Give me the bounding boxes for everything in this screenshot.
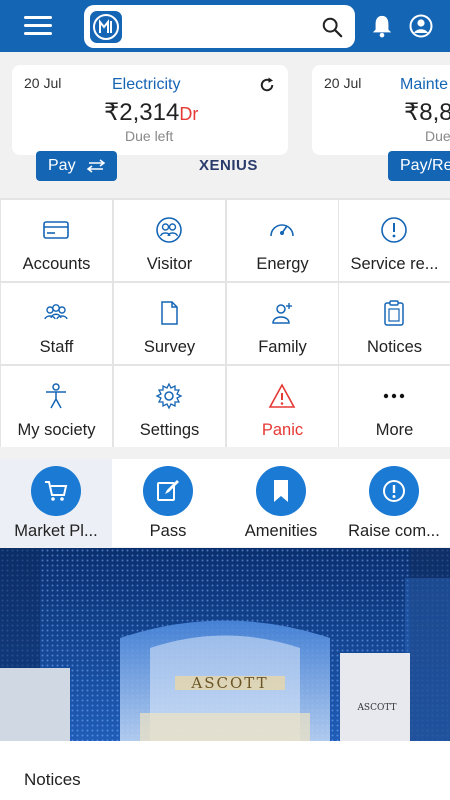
edit-icon bbox=[157, 480, 179, 501]
tile-label: More bbox=[375, 421, 414, 439]
warning-icon bbox=[268, 383, 296, 408]
settings-tile[interactable]: Settings bbox=[114, 366, 225, 447]
bill-status: Due bbox=[425, 128, 450, 144]
tile-label: Family bbox=[258, 338, 307, 356]
gear-icon bbox=[155, 382, 183, 410]
alert-icon bbox=[383, 480, 405, 502]
energy-tile[interactable]: Energy bbox=[227, 200, 338, 281]
panic-tile[interactable]: Panic bbox=[227, 366, 338, 447]
balance-flag: Dr bbox=[179, 104, 199, 124]
pay-receipt-button[interactable]: Pay/Re bbox=[388, 151, 450, 181]
service-request-tile[interactable]: Service re... bbox=[339, 200, 450, 281]
gauge-icon bbox=[270, 224, 294, 237]
person-icon bbox=[46, 383, 66, 409]
tile-label: Panic bbox=[261, 421, 304, 439]
bill-amount: ₹2,314Dr bbox=[104, 99, 199, 126]
side-sign: ASCOTT bbox=[356, 703, 396, 713]
search-icon[interactable] bbox=[321, 16, 343, 38]
tile-label: Settings bbox=[139, 421, 200, 439]
clipboard-icon bbox=[384, 300, 404, 326]
quick-actions: Market Pl... Pass Amenities Raise com... bbox=[0, 459, 450, 547]
section-title: Notices bbox=[24, 770, 81, 789]
staff-icon bbox=[44, 304, 68, 320]
visitor-icon bbox=[156, 217, 182, 243]
tile-label: Energy bbox=[256, 255, 309, 273]
bill-date: 20 Jul bbox=[24, 75, 62, 91]
action-label: Raise com... bbox=[348, 522, 440, 540]
bill-card-maintenance[interactable]: 20 Jul Mainte ₹8,8 Due bbox=[312, 65, 450, 155]
bill-card-electricity[interactable]: 20 Jul Electricity ₹2,314Dr Due left bbox=[12, 65, 288, 155]
marketplace-action[interactable]: Market Pl... bbox=[0, 459, 112, 547]
tile-label: Staff bbox=[39, 338, 74, 356]
notices-section[interactable]: Notices bbox=[0, 741, 450, 800]
accounts-tile[interactable]: Accounts bbox=[1, 200, 112, 281]
society-logo bbox=[90, 11, 122, 43]
promo-banner[interactable]: ASCOTT ASCOTT bbox=[0, 548, 450, 741]
provider-logo: XENIUS bbox=[199, 157, 258, 174]
bill-status: Due left bbox=[125, 128, 174, 144]
notices-tile[interactable]: Notices bbox=[339, 283, 450, 364]
tile-label: Service re... bbox=[350, 255, 439, 273]
tile-label: Survey bbox=[143, 338, 196, 356]
cart-icon bbox=[45, 481, 68, 501]
pay-button[interactable]: Pay bbox=[36, 151, 117, 181]
tile-label: Accounts bbox=[22, 255, 91, 273]
refresh-icon[interactable] bbox=[258, 76, 276, 94]
action-label: Market Pl... bbox=[14, 522, 98, 540]
pass-action[interactable]: Pass bbox=[112, 459, 224, 547]
bill-type: Electricity bbox=[112, 76, 181, 93]
staff-tile[interactable]: Staff bbox=[1, 283, 112, 364]
building-image: ASCOTT ASCOTT bbox=[0, 548, 450, 741]
bell-icon[interactable] bbox=[371, 14, 393, 38]
family-tile[interactable]: Family bbox=[227, 283, 338, 364]
document-icon bbox=[161, 301, 178, 325]
transfer-icon bbox=[86, 159, 106, 173]
info-icon bbox=[381, 217, 407, 243]
raise-complaint-action[interactable]: Raise com... bbox=[338, 459, 450, 547]
card-icon bbox=[43, 221, 69, 239]
search-bar[interactable] bbox=[84, 5, 355, 48]
tile-label: My society bbox=[17, 421, 96, 439]
hamburger-icon[interactable] bbox=[24, 16, 52, 36]
visitor-tile[interactable]: Visitor bbox=[114, 200, 225, 281]
action-label: Pass bbox=[149, 522, 187, 540]
my-society-tile[interactable]: My society bbox=[1, 366, 112, 447]
bookmark-icon bbox=[274, 480, 288, 502]
tile-label: Notices bbox=[366, 338, 423, 356]
more-icon bbox=[383, 393, 405, 399]
survey-tile[interactable]: Survey bbox=[114, 283, 225, 364]
services-grid: Accounts Visitor Energy Service re... St… bbox=[0, 198, 450, 447]
banner-sign: ASCOTT bbox=[190, 674, 268, 692]
family-icon bbox=[272, 303, 292, 324]
action-label: Amenities bbox=[244, 522, 318, 540]
more-tile[interactable]: More bbox=[339, 366, 450, 447]
amenities-action[interactable]: Amenities bbox=[225, 459, 337, 547]
bill-type: Mainte bbox=[400, 76, 449, 93]
app-header bbox=[0, 0, 450, 52]
tile-label: Visitor bbox=[146, 255, 193, 273]
bill-amount: ₹8,8 bbox=[404, 99, 450, 126]
profile-icon[interactable] bbox=[409, 14, 433, 38]
bill-date: 20 Jul bbox=[324, 75, 362, 91]
